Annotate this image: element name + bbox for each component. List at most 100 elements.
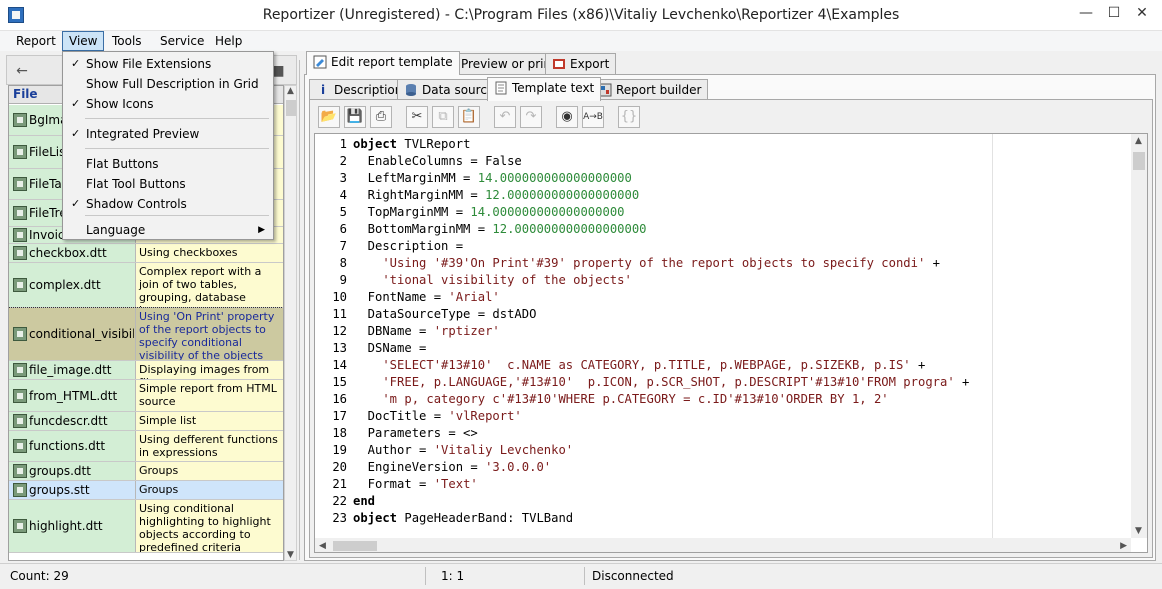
table-row[interactable]: checkbox.dtt Using checkboxes (9, 244, 283, 263)
scroll-thumb[interactable] (333, 541, 377, 551)
menu-service[interactable]: Service (154, 31, 210, 51)
cell-description[interactable]: Simple list (136, 412, 283, 430)
open-folder-icon[interactable]: 📂 (318, 106, 340, 128)
code-text: DataSourceType = dstADO (353, 306, 537, 323)
code-text: 'tional visibility of the objects' (353, 272, 631, 289)
menu-item-label: Show File Extensions (86, 57, 212, 71)
scroll-thumb[interactable] (1133, 152, 1145, 170)
cell-description[interactable]: Complex report with a join of two tables… (136, 263, 283, 307)
save-icon[interactable]: 💾 (344, 106, 366, 128)
table-row[interactable]: groups.dtt Groups (9, 462, 283, 481)
menu-item-show-full-description[interactable]: Show Full Description in Grid (63, 74, 273, 94)
table-row[interactable]: complex.dtt Complex report with a join of… (9, 263, 283, 308)
cell-description[interactable]: Groups (136, 462, 283, 480)
paste-icon[interactable]: 📋 (458, 106, 480, 128)
table-row[interactable]: highlight.dtt Using conditional highlight… (9, 500, 283, 553)
editor-horizontal-scrollbar[interactable]: ◀ ▶ (315, 538, 1131, 552)
scroll-up-icon[interactable]: ▲ (1135, 136, 1142, 146)
table-row[interactable]: from_HTML.dtt Simple report from HTML sou… (9, 380, 283, 412)
table-row[interactable]: groups.stt Groups (9, 481, 283, 500)
menu-view[interactable]: View (62, 31, 105, 51)
tab-edit-report-template[interactable]: Edit report template (306, 51, 460, 75)
file-grid-scrollbar[interactable]: ▲ ▼ (284, 85, 297, 561)
format-braces-icon[interactable]: {} (618, 106, 640, 128)
cell-file[interactable]: groups.dtt (9, 462, 136, 480)
check-icon: ✓ (71, 197, 81, 210)
menu-item-show-file-extensions[interactable]: ✓ Show File Extensions (63, 54, 273, 74)
redo-icon[interactable]: ↷ (520, 106, 542, 128)
file-name: file_image.dtt (29, 363, 112, 377)
editor-toolbar: 📂 💾 ⎙ ✂ ⧉ 📋 ↶ ↷ ◉ A→B {} (314, 104, 1144, 130)
find-icon[interactable]: ◉ (556, 106, 578, 128)
cell-file[interactable]: funcdescr.dtt (9, 412, 136, 430)
code-editor[interactable]: 1 object TVLReport 2 EnableColumns = False… (314, 133, 1148, 553)
back-arrow-icon[interactable]: ← (13, 62, 31, 80)
cell-description[interactable]: Using 'On Print' property of the report … (136, 308, 283, 360)
menu-item-shadow-controls[interactable]: ✓ Shadow Controls (63, 194, 273, 214)
cell-file[interactable]: conditional_visibilit... (9, 308, 136, 360)
column-header-file[interactable]: File (13, 87, 38, 101)
table-row[interactable]: file_image.dtt Displaying images from fil… (9, 361, 283, 380)
right-margin-guide (992, 134, 993, 538)
print-icon[interactable]: ⎙ (370, 106, 392, 128)
cell-file[interactable]: file_image.dtt (9, 361, 136, 379)
scroll-left-icon[interactable]: ◀ (319, 541, 326, 551)
maximize-button[interactable]: ☐ (1100, 1, 1128, 25)
tab-label: Report builder (616, 83, 702, 97)
panel-splitter[interactable] (299, 60, 302, 560)
menu-item-language[interactable]: Language ▶ (63, 220, 273, 240)
code-text: EngineVersion = '3.0.0.0' (353, 459, 551, 476)
cell-description[interactable]: Using conditional highlighting to highli… (136, 500, 283, 552)
code-token: 'rptizer' (433, 324, 500, 338)
menu-help[interactable]: Help (209, 31, 248, 51)
subtab-data-source[interactable]: Data source (397, 79, 502, 101)
tab-label: Data source (422, 83, 495, 97)
scroll-down-icon[interactable]: ▼ (1135, 526, 1142, 536)
cell-description[interactable]: Groups (136, 481, 283, 499)
line-number: 6 (339, 222, 347, 236)
minimize-button[interactable]: — (1072, 1, 1100, 25)
scroll-right-icon[interactable]: ▶ (1120, 541, 1127, 551)
tab-export[interactable]: Export (545, 53, 617, 75)
code-text: 'Using '#39'On Print'#39' property of th… (353, 255, 940, 272)
cell-file[interactable]: groups.stt (9, 481, 136, 499)
menu-report[interactable]: Report (10, 31, 62, 51)
table-row[interactable]: funcdescr.dtt Simple list (9, 412, 283, 431)
menu-item-flat-buttons[interactable]: Flat Buttons (63, 154, 273, 174)
cell-file[interactable]: highlight.dtt (9, 500, 136, 552)
cell-file[interactable]: from_HTML.dtt (9, 380, 136, 411)
menu-item-integrated-preview[interactable]: ✓ Integrated Preview (63, 124, 273, 144)
menu-item-show-icons[interactable]: ✓ Show Icons (63, 94, 273, 114)
code-token: TopMarginMM = (353, 205, 471, 219)
undo-icon[interactable]: ↶ (494, 106, 516, 128)
cell-description[interactable]: Displaying images from files (136, 361, 283, 379)
editor-vertical-scrollbar[interactable]: ▲ ▼ (1131, 134, 1147, 538)
code-text: TopMarginMM = 14.000000000000000000 (353, 204, 625, 221)
scroll-thumb[interactable] (286, 100, 296, 116)
status-connection: Disconnected (592, 569, 674, 583)
cell-file[interactable]: functions.dtt (9, 431, 136, 461)
cell-file[interactable]: checkbox.dtt (9, 244, 136, 262)
cut-icon[interactable]: ✂ (406, 106, 428, 128)
line-number: 4 (339, 188, 347, 202)
menu-tools[interactable]: Tools (106, 31, 148, 51)
cell-description[interactable]: Using checkboxes (136, 244, 283, 262)
code-text: end (353, 493, 375, 510)
replace-icon[interactable]: A→B (582, 106, 604, 128)
code-text: RightMarginMM = 12.000000000000000000 (353, 187, 640, 204)
table-row[interactable]: functions.dtt Using defferent functions i… (9, 431, 283, 462)
copy-icon[interactable]: ⧉ (432, 106, 454, 128)
cell-description[interactable]: Simple report from HTML source (136, 380, 283, 411)
cell-description[interactable]: Using defferent functions in expressions (136, 431, 283, 461)
subtab-description[interactable]: i Description (309, 79, 410, 101)
cell-file[interactable]: complex.dtt (9, 263, 136, 307)
menu-item-flat-tool-buttons[interactable]: Flat Tool Buttons (63, 174, 273, 194)
subtab-template-text[interactable]: Template text (487, 77, 602, 101)
table-row[interactable]: conditional_visibilit...Using 'On Print'… (9, 307, 283, 362)
scroll-down-icon[interactable]: ▼ (287, 550, 294, 560)
code-token: object (353, 137, 398, 151)
code-text: object PageHeaderBand: TVLBand (353, 510, 573, 527)
subtab-report-builder[interactable]: Report builder (591, 79, 709, 101)
scroll-up-icon[interactable]: ▲ (287, 86, 294, 96)
close-button[interactable]: ✕ (1128, 1, 1156, 25)
